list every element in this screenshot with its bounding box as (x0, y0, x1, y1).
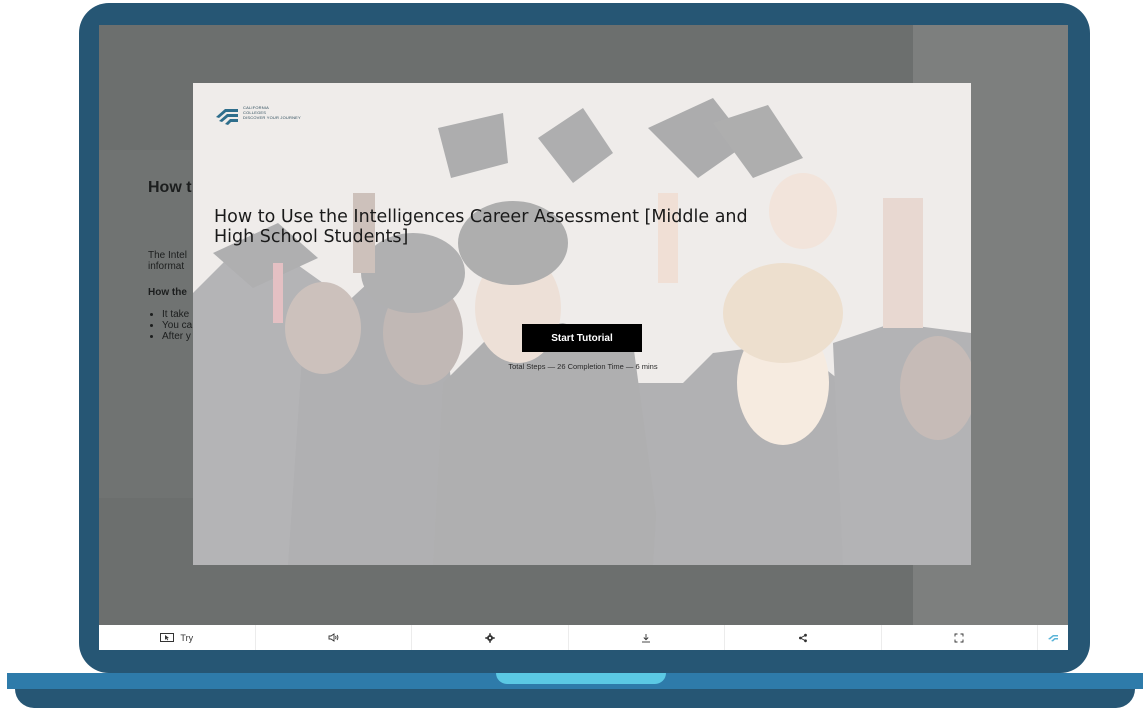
tutorial-meta: Total Steps — 26 Completion Time — 6 min… (508, 362, 658, 371)
try-button[interactable]: Try (99, 625, 256, 650)
download-icon (642, 633, 651, 642)
logo-text-line: DISCOVER YOUR JOURNEY (243, 115, 301, 120)
fullscreen-button[interactable] (882, 625, 1038, 650)
cursor-icon (160, 633, 175, 642)
background-paragraph-line-1: The Intel (148, 250, 187, 261)
background-bullet: It take (162, 309, 192, 320)
share-icon (798, 633, 807, 642)
try-label: Try (180, 632, 194, 643)
fullscreen-icon (954, 633, 964, 642)
player-toolbar: Try (99, 625, 1068, 650)
logo-text: CALIFORNIA COLLEGES DISCOVER YOUR JOURNE… (243, 105, 301, 120)
brand-button[interactable] (1038, 625, 1068, 650)
background-bullet: After y (162, 331, 192, 342)
tutorial-title: How to Use the Intelligences Career Asse… (214, 207, 748, 247)
download-button[interactable] (569, 625, 725, 650)
logo-mark-icon (216, 109, 238, 125)
settings-button[interactable] (412, 625, 569, 650)
volume-button[interactable] (256, 625, 412, 650)
tutorial-start-modal: CALIFORNIA COLLEGES DISCOVER YOUR JOURNE… (193, 83, 971, 565)
california-colleges-logo: CALIFORNIA COLLEGES DISCOVER YOUR JOURNE… (214, 102, 301, 126)
background-subheading: How the (148, 287, 187, 298)
background-bullet-list: It take You ca After y (148, 309, 192, 342)
screen: How t The Intel informat How the It take… (99, 25, 1068, 650)
background-bullet: You ca (162, 320, 192, 331)
settings-icon (485, 632, 495, 643)
volume-icon (328, 633, 339, 642)
laptop-base-bottom (15, 689, 1135, 708)
laptop-notch (496, 673, 666, 684)
start-tutorial-button[interactable]: Start Tutorial (522, 324, 642, 352)
brand-icon (1048, 635, 1058, 642)
share-button[interactable] (725, 625, 882, 650)
background-heading: How t (148, 179, 192, 196)
background-paragraph-line-2: informat (148, 261, 185, 272)
